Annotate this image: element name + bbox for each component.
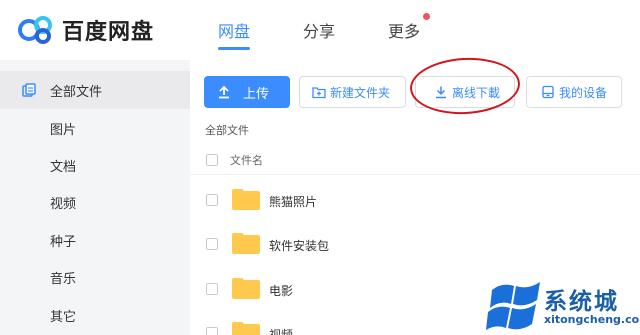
sidebar: 全部文件 图片 文档 视频 种子 音乐 其它 (0, 60, 190, 335)
sidebar-item-label: 图片 (50, 122, 77, 138)
row-checkbox[interactable] (206, 238, 218, 250)
my-devices-button[interactable]: 我的设备 (526, 76, 622, 108)
row-checkbox[interactable] (206, 327, 218, 335)
sidebar-item-videos[interactable]: 视频 (0, 183, 190, 221)
upload-icon (219, 85, 229, 99)
tab-share[interactable]: 分享 (303, 18, 335, 42)
my-devices-button-label: 我的设备 (559, 85, 608, 100)
file-name[interactable]: 视频 (269, 326, 293, 335)
upload-button-label: 上传 (243, 86, 270, 102)
baidu-netdisk-logo-icon (18, 16, 52, 44)
watermark-text: 系统城 (544, 289, 619, 315)
sidebar-item-images[interactable]: 图片 (0, 109, 190, 147)
folder-icon (232, 233, 260, 254)
sidebar-item-documents[interactable]: 文档 (0, 146, 190, 184)
file-list-header: 文件名 (190, 146, 640, 175)
windows-logo-icon (486, 282, 540, 330)
tab-netdisk[interactable]: 网盘 (218, 18, 251, 50)
row-checkbox[interactable] (206, 283, 218, 295)
watermark: 系统城 xitongcheng.com (482, 280, 640, 335)
offline-download-button[interactable]: 离线下載 (415, 76, 515, 108)
folder-icon (232, 189, 260, 210)
sidebar-item-all-files[interactable]: 全部文件 (0, 71, 190, 109)
sidebar-item-other[interactable]: 其它 (0, 296, 190, 334)
file-name[interactable]: 熊猫照片 (269, 193, 317, 210)
files-icon (22, 83, 36, 97)
sidebar-item-label: 音乐 (50, 271, 77, 287)
new-folder-icon (312, 87, 326, 99)
row-checkbox[interactable] (206, 194, 218, 206)
sidebar-item-torrents[interactable]: 种子 (0, 221, 190, 259)
app-name: 百度网盘 (62, 20, 155, 45)
upload-button[interactable]: 上传 (204, 76, 290, 108)
app-logo[interactable]: 百度网盘 (16, 13, 154, 47)
active-tab-indicator (218, 47, 251, 50)
breadcrumb: 全部文件 (205, 124, 249, 137)
notification-dot (423, 13, 430, 20)
device-icon (542, 85, 554, 99)
sidebar-item-label: 种子 (50, 234, 77, 250)
file-name[interactable]: 电影 (269, 282, 293, 299)
app-header: 百度网盘 网盘 分享 更多 (0, 0, 640, 60)
sidebar-item-music[interactable]: 音乐 (0, 258, 190, 296)
download-icon (436, 86, 446, 99)
column-filename: 文件名 (230, 154, 263, 167)
sidebar-item-label: 其它 (50, 309, 77, 325)
sidebar-item-label: 全部文件 (50, 84, 103, 100)
tab-more-label: 更多 (388, 22, 421, 41)
new-folder-button[interactable]: 新建文件夹 (299, 76, 406, 108)
new-folder-button-label: 新建文件夹 (330, 85, 391, 100)
watermark-url: xitongcheng.com (544, 313, 640, 326)
offline-download-button-label: 离线下載 (452, 85, 501, 100)
file-row[interactable]: 熊猫照片 (190, 178, 640, 222)
file-name[interactable]: 软件安装包 (269, 237, 329, 254)
tab-netdisk-label: 网盘 (218, 22, 251, 41)
folder-icon (232, 322, 260, 335)
sidebar-item-label: 视频 (50, 196, 77, 212)
select-all-checkbox[interactable] (206, 154, 218, 166)
tab-more[interactable]: 更多 (388, 18, 420, 42)
sidebar-item-label: 文档 (50, 159, 77, 175)
file-row[interactable]: 软件安装包 (190, 222, 640, 266)
folder-icon (232, 278, 260, 299)
tab-share-label: 分享 (303, 22, 336, 41)
